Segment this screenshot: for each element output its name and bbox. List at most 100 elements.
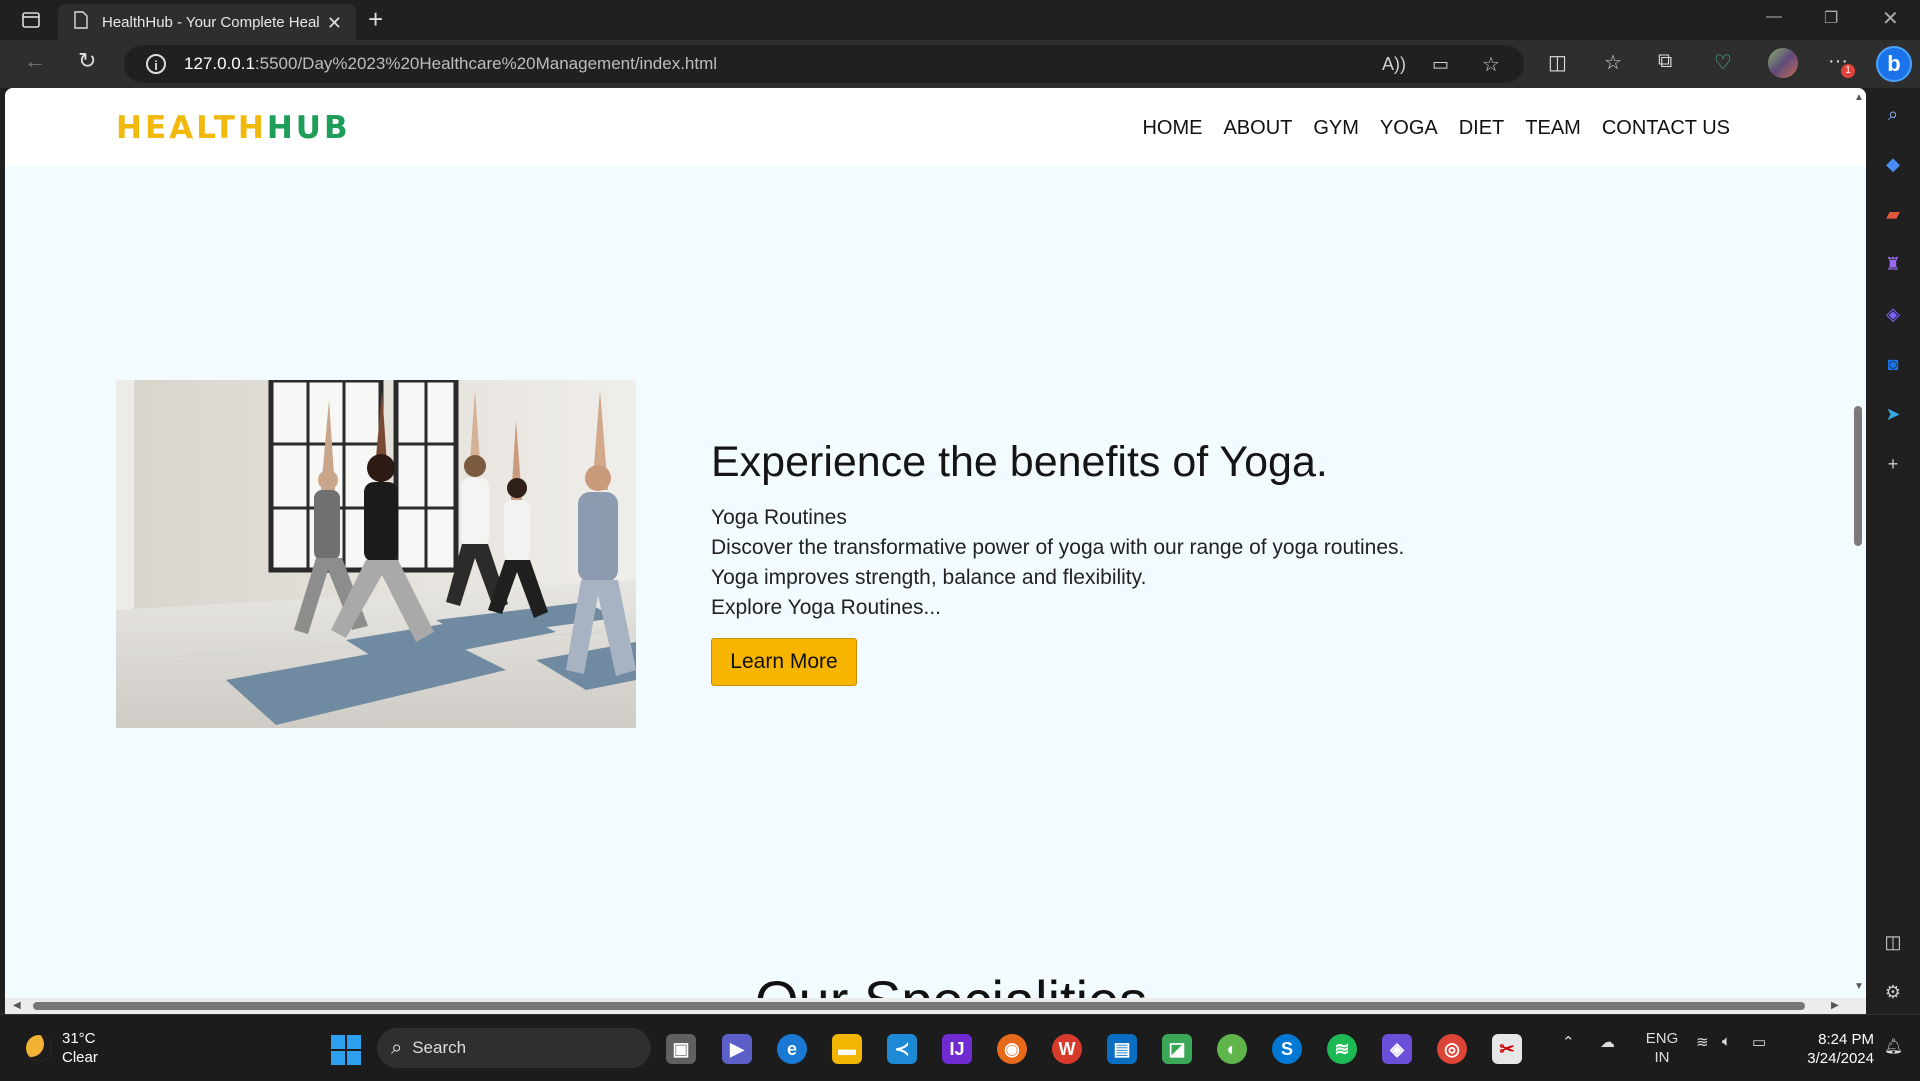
split-screen-icon[interactable]: ◫ <box>1548 50 1567 75</box>
scroll-left-arrow-icon[interactable]: ◀ <box>13 1000 21 1011</box>
moon-icon <box>26 1035 52 1061</box>
horizontal-scrollbar[interactable] <box>33 1002 1805 1010</box>
spotify-icon[interactable]: ≋ <box>1327 1034 1357 1064</box>
minimize-button[interactable]: — <box>1766 8 1782 26</box>
wifi-icon[interactable]: ≋ <box>1696 1033 1709 1051</box>
notification-badge: 1 <box>1841 64 1855 78</box>
edge-sidebar: ⌕ ◆ ▰ ♜ ◈ ◙ ➤ + ◫ ⚙ <box>1866 88 1920 1014</box>
nav-team[interactable]: TEAM <box>1525 117 1581 140</box>
read-aloud-icon[interactable]: A)) <box>1382 54 1406 75</box>
spring-tools-icon[interactable]: ◐ <box>1217 1034 1247 1064</box>
site-header: HEALTHHUB HOME ABOUT GYM YOGA DIET TEAM … <box>5 88 1866 166</box>
url-host: 127.0.0.1 <box>184 54 255 73</box>
snipping-tool-icon[interactable]: ✂ <box>1492 1034 1522 1064</box>
favorite-star-icon[interactable]: ☆ <box>1482 52 1500 77</box>
windows-taskbar: 31°C Clear ⌕ Search ▣ ▶ e ▬ ≺ IJ ◉ W ▤ ◪… <box>0 1014 1920 1081</box>
learn-more-button[interactable]: Learn More <box>711 638 857 686</box>
clock-date: 3/24/2024 <box>1807 1050 1874 1067</box>
address-bar[interactable]: i 127.0.0.1:5500/Day%2023%20Healthcare%2… <box>124 45 1524 83</box>
clock-time: 8:24 PM <box>1818 1031 1874 1048</box>
weather-condition: Clear <box>62 1049 98 1066</box>
hero-text-block: Experience the benefits of Yoga. Yoga Ro… <box>711 438 1404 623</box>
logo-health: HEALTH <box>116 110 267 146</box>
chrome-icon[interactable]: ◎ <box>1437 1034 1467 1064</box>
favorites-icon[interactable]: ☆ <box>1604 50 1622 75</box>
restore-button[interactable]: ❐ <box>1824 8 1838 28</box>
yoga-class-image <box>116 380 636 728</box>
logo-hub: HUB <box>266 110 351 146</box>
games-icon[interactable]: ♜ <box>1881 252 1905 276</box>
site-logo[interactable]: HEALTHHUB <box>116 110 351 146</box>
add-app-icon[interactable]: + <box>1881 452 1905 476</box>
tools-briefcase-icon[interactable]: ▰ <box>1881 202 1905 226</box>
site-info-icon[interactable]: i <box>146 54 166 74</box>
close-window-button[interactable]: ✕ <box>1882 6 1899 31</box>
utility-app-icon[interactable]: ◪ <box>1162 1034 1192 1064</box>
edge-icon[interactable]: e <box>777 1034 807 1064</box>
taskbar-search[interactable]: ⌕ Search <box>377 1028 651 1068</box>
file-explorer-icon[interactable]: ▬ <box>832 1034 862 1064</box>
wps-office-icon[interactable]: W <box>1052 1034 1082 1064</box>
hero-heading: Experience the benefits of Yoga. <box>711 438 1328 486</box>
windows-start-icon[interactable] <box>331 1035 361 1065</box>
url-path: :5500/Day%2023%20Healthcare%20Management… <box>254 54 718 73</box>
nav-contact-us[interactable]: CONTACT US <box>1602 117 1730 140</box>
volume-icon[interactable]: 🔈︎ <box>1722 1033 1731 1050</box>
scroll-right-arrow-icon[interactable]: ▶ <box>1831 1000 1839 1011</box>
tab-title: HealthHub - Your Complete Heal <box>102 13 320 31</box>
battery-icon[interactable]: ▭ <box>1752 1033 1766 1051</box>
nav-diet[interactable]: DIET <box>1459 117 1505 140</box>
search-icon[interactable]: ⌕ <box>1881 102 1905 126</box>
new-tab-button[interactable]: + <box>368 4 383 35</box>
onedrive-offline-icon[interactable]: ☁ <box>1600 1033 1615 1051</box>
nav-about[interactable]: ABOUT <box>1223 117 1292 140</box>
tab-actions-icon[interactable] <box>14 6 48 34</box>
scroll-down-arrow-icon[interactable]: ▼ <box>1854 981 1864 992</box>
immersive-reader-icon[interactable]: ▭ <box>1432 54 1449 75</box>
system-clock[interactable]: 8:24 PM 3/24/2024 <box>1776 1030 1874 1068</box>
refresh-icon[interactable]: ↻ <box>78 48 96 74</box>
notifications-icon[interactable]: 🔔︎ <box>1884 1037 1903 1055</box>
browser-toolbar: ← ↻ i 127.0.0.1:5500/Day%2023%20Healthca… <box>0 40 1920 88</box>
copilot-app-icon[interactable]: ◈ <box>1881 302 1905 326</box>
browser-tab-active[interactable]: HealthHub - Your Complete Heal ✕ <box>58 4 356 40</box>
nav-home[interactable]: HOME <box>1142 117 1202 140</box>
nav-gym[interactable]: GYM <box>1313 117 1359 140</box>
close-tab-icon[interactable]: ✕ <box>327 13 342 34</box>
weather-widget[interactable]: 31°C Clear <box>26 1029 98 1067</box>
tray-overflow-icon[interactable]: ⌃ <box>1562 1033 1575 1051</box>
horizontal-scrollbar-track: ◀ ▶ <box>5 998 1866 1014</box>
copilot-icon[interactable]: b <box>1876 46 1912 82</box>
browser-titlebar: HealthHub - Your Complete Heal ✕ + — ❐ ✕ <box>0 0 1920 40</box>
hero-benefits: Yoga improves strength, balance and flex… <box>711 566 1147 589</box>
shopping-tag-icon[interactable]: ◆ <box>1881 152 1905 176</box>
main-nav: HOME ABOUT GYM YOGA DIET TEAM CONTACT US <box>1142 117 1730 140</box>
task-view-icon[interactable]: ▣ <box>666 1034 696 1064</box>
teams-icon[interactable]: ▶ <box>722 1034 752 1064</box>
sidebar-toggle-icon[interactable]: ◫ <box>1881 930 1905 954</box>
skype-icon[interactable]: S <box>1272 1034 1302 1064</box>
settings-gear-icon[interactable]: ⚙ <box>1881 980 1905 1004</box>
hero-explore: Explore Yoga Routines... <box>711 596 941 619</box>
vscode-icon[interactable]: ≺ <box>887 1034 917 1064</box>
page-viewport: HEALTHHUB HOME ABOUT GYM YOGA DIET TEAM … <box>5 88 1866 1014</box>
url-text[interactable]: 127.0.0.1:5500/Day%2023%20Healthcare%20M… <box>184 54 717 74</box>
search-icon: ⌕ <box>391 1036 403 1059</box>
scroll-up-arrow-icon[interactable]: ▲ <box>1854 92 1864 103</box>
search-label: Search <box>412 1038 467 1057</box>
firefox-icon[interactable]: ◉ <box>997 1034 1027 1064</box>
browser-essentials-icon[interactable]: ♡ <box>1714 50 1732 75</box>
region-code: IN <box>1654 1049 1670 1066</box>
hero-description: Discover the transformative power of yog… <box>711 536 1405 559</box>
language-indicator[interactable]: ENG IN <box>1645 1029 1679 1067</box>
back-arrow-icon[interactable]: ← <box>24 48 46 74</box>
send-icon[interactable]: ➤ <box>1881 402 1905 426</box>
copilot-taskbar-icon[interactable]: ◈ <box>1382 1034 1412 1064</box>
nav-yoga[interactable]: YOGA <box>1380 117 1438 140</box>
profile-avatar[interactable] <box>1768 48 1798 78</box>
outlook-icon[interactable]: ◙ <box>1881 352 1905 376</box>
vertical-scrollbar[interactable] <box>1854 406 1862 546</box>
word-app-icon[interactable]: ▤ <box>1107 1034 1137 1064</box>
collections-icon[interactable]: ⧉ <box>1658 50 1672 73</box>
intellij-icon[interactable]: IJ <box>942 1034 972 1064</box>
